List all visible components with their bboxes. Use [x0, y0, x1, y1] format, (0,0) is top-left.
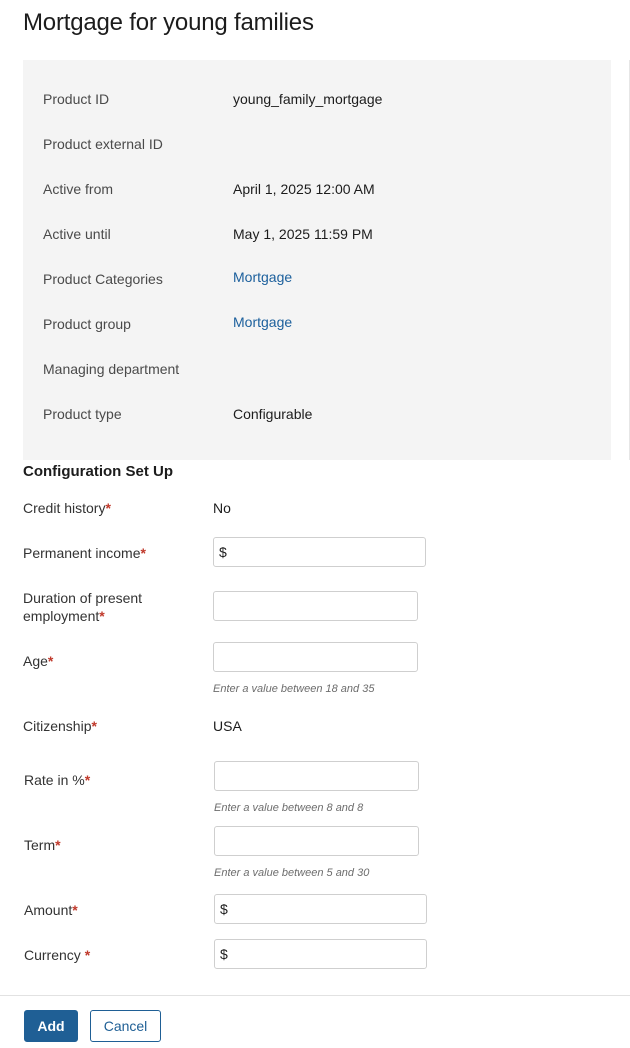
required-mark: *	[91, 718, 97, 734]
info-value: young_family_mortgage	[233, 91, 383, 107]
info-label: Product type	[43, 406, 122, 422]
info-row-product-categories: Product Categories Mortgage	[43, 267, 603, 291]
info-label: Active until	[43, 226, 111, 242]
age-label: Age*	[23, 652, 53, 670]
required-mark: *	[99, 608, 105, 624]
citizenship-value: USA	[213, 718, 242, 734]
field-label-text: Credit history	[23, 500, 106, 516]
info-row-active-until: Active until May 1, 2025 11:59 PM	[43, 222, 603, 246]
rate-label: Rate in %*	[24, 771, 90, 789]
cancel-button[interactable]: Cancel	[90, 1010, 161, 1042]
info-value: April 1, 2025 12:00 AM	[233, 181, 375, 197]
field-label-text: Rate in %	[24, 772, 85, 788]
citizenship-label: Citizenship*	[23, 717, 97, 735]
info-value: Configurable	[233, 406, 313, 422]
info-row-product-id: Product ID young_family_mortgage	[43, 87, 603, 111]
info-label: Product external ID	[43, 136, 163, 152]
term-hint: Enter a value between 5 and 30	[214, 867, 370, 879]
age-input[interactable]	[213, 642, 418, 672]
product-category-link[interactable]: Mortgage	[233, 269, 292, 285]
credit-history-value: No	[213, 500, 231, 516]
info-row-managing-department: Managing department	[43, 357, 603, 381]
age-hint: Enter a value between 18 and 35	[213, 683, 375, 695]
info-row-external-id: Product external ID	[43, 132, 603, 156]
info-label: Product Categories	[43, 271, 163, 287]
configuration-section-title: Configuration Set Up	[23, 463, 173, 480]
input-value: $	[220, 946, 228, 962]
rate-hint: Enter a value between 8 and 8	[214, 802, 364, 814]
info-label: Active from	[43, 181, 114, 197]
required-mark: *	[105, 500, 111, 516]
duration-employment-label: Duration of present employment*	[23, 589, 193, 625]
amount-input[interactable]: $	[214, 894, 427, 924]
input-value: $	[219, 544, 227, 560]
field-label-text: Citizenship	[23, 718, 92, 734]
permanent-income-label: Permanent income*	[23, 544, 146, 562]
field-label-text: Amount	[24, 902, 73, 918]
field-label-text: Permanent income	[23, 545, 141, 561]
info-value: May 1, 2025 11:59 PM	[233, 226, 373, 242]
term-input[interactable]	[214, 826, 419, 856]
amount-label: Amount*	[24, 901, 78, 919]
info-row-product-group: Product group Mortgage	[43, 312, 603, 336]
required-mark: *	[47, 653, 54, 669]
term-label: Term*	[24, 836, 61, 854]
field-label-text: Duration of present employment	[23, 590, 143, 624]
required-mark: *	[55, 837, 61, 853]
field-label-text: Currency	[24, 947, 85, 963]
input-value: $	[220, 901, 228, 917]
credit-history-label: Credit history*	[23, 499, 111, 517]
footer-divider	[0, 995, 630, 996]
product-info-panel: Product ID young_family_mortgage Product…	[23, 60, 611, 460]
currency-input[interactable]: $	[214, 939, 427, 969]
info-row-product-type: Product type Configurable	[43, 402, 603, 426]
product-group-link[interactable]: Mortgage	[233, 314, 292, 330]
field-label-text: Age	[23, 653, 48, 669]
required-mark: *	[72, 902, 78, 918]
field-label-text: Term	[24, 837, 56, 853]
permanent-income-input[interactable]: $	[213, 537, 426, 567]
page-title: Mortgage for young families	[23, 9, 314, 36]
info-label: Managing department	[43, 361, 180, 377]
duration-employment-input[interactable]	[213, 591, 418, 621]
required-mark: *	[84, 947, 91, 963]
info-row-active-from: Active from April 1, 2025 12:00 AM	[43, 177, 603, 201]
required-mark: *	[84, 772, 91, 788]
product-form-page: Mortgage for young families Product ID y…	[0, 0, 630, 1048]
rate-input[interactable]	[214, 761, 419, 791]
add-button[interactable]: Add	[24, 1010, 78, 1042]
info-label: Product group	[43, 316, 131, 332]
currency-label: Currency *	[24, 946, 90, 964]
required-mark: *	[140, 545, 146, 561]
info-label: Product ID	[43, 91, 110, 107]
